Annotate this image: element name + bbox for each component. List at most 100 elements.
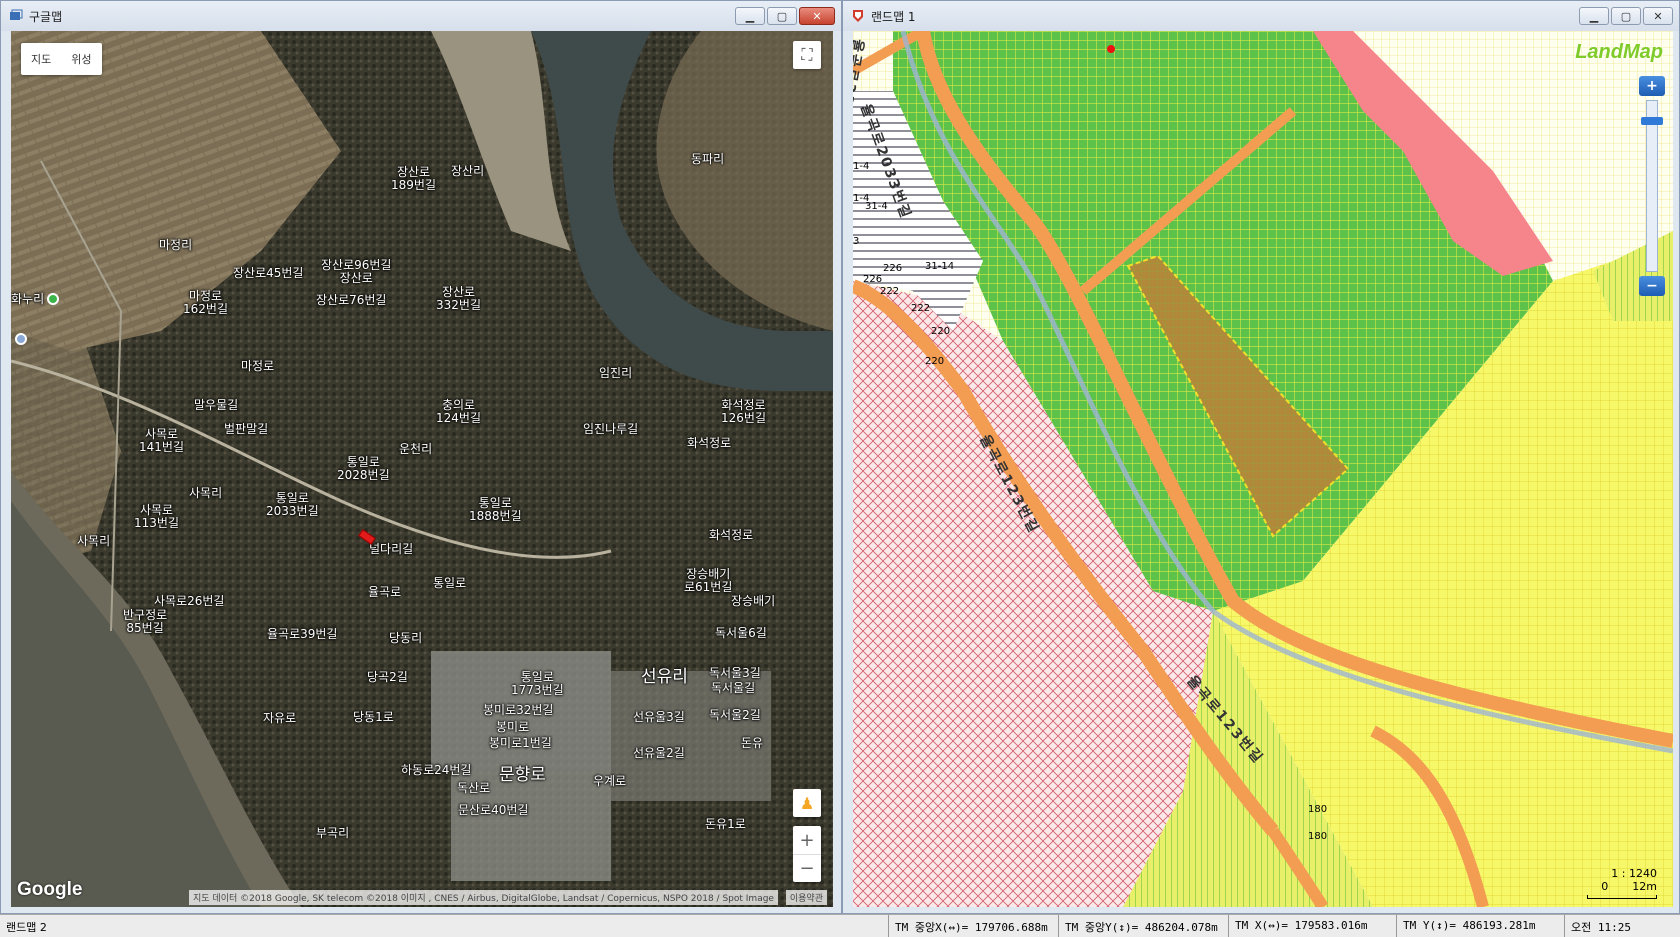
lot-label: 3 (853, 236, 860, 247)
lot-label: 226 (863, 274, 883, 285)
map-type-satellite-button[interactable]: 위성 (61, 43, 101, 75)
place-label: 장산로76번길 (316, 293, 387, 307)
clock: 오전 11:25 (1564, 915, 1680, 937)
landmap-zoom-slider: + − (1639, 76, 1665, 296)
google-logo: Google (17, 879, 83, 900)
lot-label: 31-14 (925, 261, 955, 272)
place-label: 선유울3길 (633, 710, 685, 724)
google-window-title: 구글맵 (29, 9, 63, 24)
place-label: 장산로45번길 (233, 266, 304, 280)
place-label: 선유울2길 (633, 746, 685, 760)
zoom-control: + − (793, 826, 821, 882)
scale-zero: 0 (1601, 880, 1609, 893)
landmap-window-title: 랜드맵 1 (871, 9, 916, 24)
place-label: 사목로 141번길 (139, 427, 184, 454)
terms-link[interactable]: 이용약관 (785, 890, 827, 905)
place-label: 사목리 (77, 534, 111, 548)
zoom-in-button[interactable]: + (1639, 76, 1665, 96)
place-label: 화석정로 (709, 528, 754, 542)
place-label: 화석정로 (687, 436, 732, 450)
place-label: 선유리 (641, 667, 688, 687)
place-label: 봉미로1번길 (489, 736, 552, 750)
maximize-button[interactable]: ▢ (1611, 7, 1641, 25)
place-label: 충의로 124번길 (436, 398, 481, 425)
place-label: 운천리 (399, 442, 433, 456)
app-icon (10, 9, 23, 20)
place-marker-icon[interactable] (15, 333, 27, 345)
place-label: 장승배기 (731, 594, 776, 608)
map-type-control: 지도 위성 (21, 43, 102, 75)
place-label: 말우물길 (194, 398, 239, 412)
place-label: 봉미로 (496, 720, 530, 734)
place-label: 사목리 (189, 486, 223, 500)
scale-bar: 1 : 1240 0 12m (1587, 867, 1657, 899)
place-label: 임진리 (599, 366, 633, 380)
place-label: 마정로 162번길 (183, 289, 228, 316)
cadastral-map[interactable]: 1-4 1-4 31-4 3 226 31-14 226 222 222 220… (853, 31, 1673, 907)
place-label: 독산로 (457, 781, 491, 795)
place-label: 돈유1로 (705, 817, 746, 831)
google-map-titlebar[interactable]: 구글맵 ▁ ▢ ✕ (1, 1, 841, 31)
place-label: 통일로 (433, 576, 467, 590)
lot-label: 1-4 (853, 161, 870, 172)
scale-ratio: 1 : 1240 (1611, 867, 1657, 880)
place-label: 율곡로39번길 (267, 627, 338, 641)
place-label: 화누리 (11, 292, 45, 306)
place-label: 통일로 2028번길 (337, 455, 390, 482)
place-label: 문산로40번길 (458, 803, 529, 817)
place-label: 봉미로32번길 (483, 703, 554, 717)
close-button[interactable]: ✕ (799, 7, 835, 25)
lot-label: 31-4 (865, 201, 888, 212)
minimize-button[interactable]: ▁ (735, 7, 765, 25)
place-label: 장산로96번길 장산로 (321, 258, 392, 285)
zoom-in-button[interactable]: + (793, 826, 821, 854)
lot-label: 226 (883, 263, 903, 274)
pegman-icon[interactable]: ♟ (793, 789, 821, 817)
place-label: 반구정로 85번길 (123, 608, 168, 635)
place-label: 하동로24번길 (401, 763, 472, 777)
landmap-titlebar[interactable]: 랜드맵 1 ▁ ▢ ✕ (843, 1, 1679, 31)
zoom-out-button[interactable]: − (1639, 276, 1665, 296)
place-label: 마정로 (241, 359, 275, 373)
lot-label: 222 (911, 303, 931, 314)
landmap-app-icon (853, 10, 863, 22)
scale-length: 12m (1632, 880, 1657, 893)
lot-label: 220 (925, 356, 945, 367)
place-label: 문향로 (499, 765, 546, 785)
lot-label: 220 (931, 326, 951, 337)
place-label: 자유로 (263, 711, 297, 725)
landmap-window: 랜드맵 1 ▁ ▢ ✕ 1-4 1-4 31-4 3 226 31-14 226… (842, 0, 1680, 914)
close-button[interactable]: ✕ (1643, 7, 1673, 25)
map-attribution: 지도 데이터 ©2018 Google, SK telecom ©2018 이미… (189, 890, 778, 905)
minimize-button[interactable]: ▁ (1579, 7, 1609, 25)
status-bar: 랜드맵 2 TM 중앙X(↔)= 179706.688m TM 중앙Y(↕)= … (0, 914, 1680, 937)
place-label: 독서울2길 (709, 708, 761, 722)
place-label: 임진나루길 (583, 422, 639, 436)
place-label: 우계로 (593, 774, 627, 788)
map-type-map-button[interactable]: 지도 (21, 43, 61, 75)
fullscreen-icon[interactable]: ⛶ (793, 41, 821, 69)
zoom-track[interactable] (1641, 100, 1663, 272)
zoom-thumb[interactable] (1641, 117, 1663, 125)
place-label: 사목로26번길 (154, 594, 225, 608)
place-label: 장산로 189번길 (391, 165, 436, 192)
maximize-button[interactable]: ▢ (767, 7, 797, 25)
tm-y: TM Y(↕)= 486193.281m (1396, 915, 1564, 937)
google-map-window: 구글맵 ▁ ▢ ✕ 지도 위성 ⛶ 장산로 189번길 장산리 동파리 마정리 … (0, 0, 842, 914)
place-label: 장산로 332번길 (436, 285, 481, 312)
zoom-out-button[interactable]: − (793, 854, 821, 882)
place-label: 율곡로 (368, 585, 402, 599)
place-label: 통일로 1773번길 (511, 670, 564, 697)
place-label: 당곡2길 (367, 670, 408, 684)
satellite-map[interactable]: 지도 위성 ⛶ 장산로 189번길 장산리 동파리 마정리 장산로96번길 장산로 … (11, 31, 833, 907)
place-label: 장승배기 로61번길 (684, 567, 733, 594)
place-label: 독서울길 (711, 681, 756, 695)
place-label: 통일로 1888번길 (469, 496, 522, 523)
park-marker-icon[interactable] (47, 293, 59, 305)
place-label: 벌판말길 (224, 422, 269, 436)
place-label: 화석정로 126번길 (721, 398, 766, 425)
place-label: 마정리 (159, 238, 193, 252)
place-label: 부곡리 (316, 826, 350, 840)
lot-label: 180 (1308, 804, 1328, 815)
zoning-map-canvas (853, 31, 1673, 907)
